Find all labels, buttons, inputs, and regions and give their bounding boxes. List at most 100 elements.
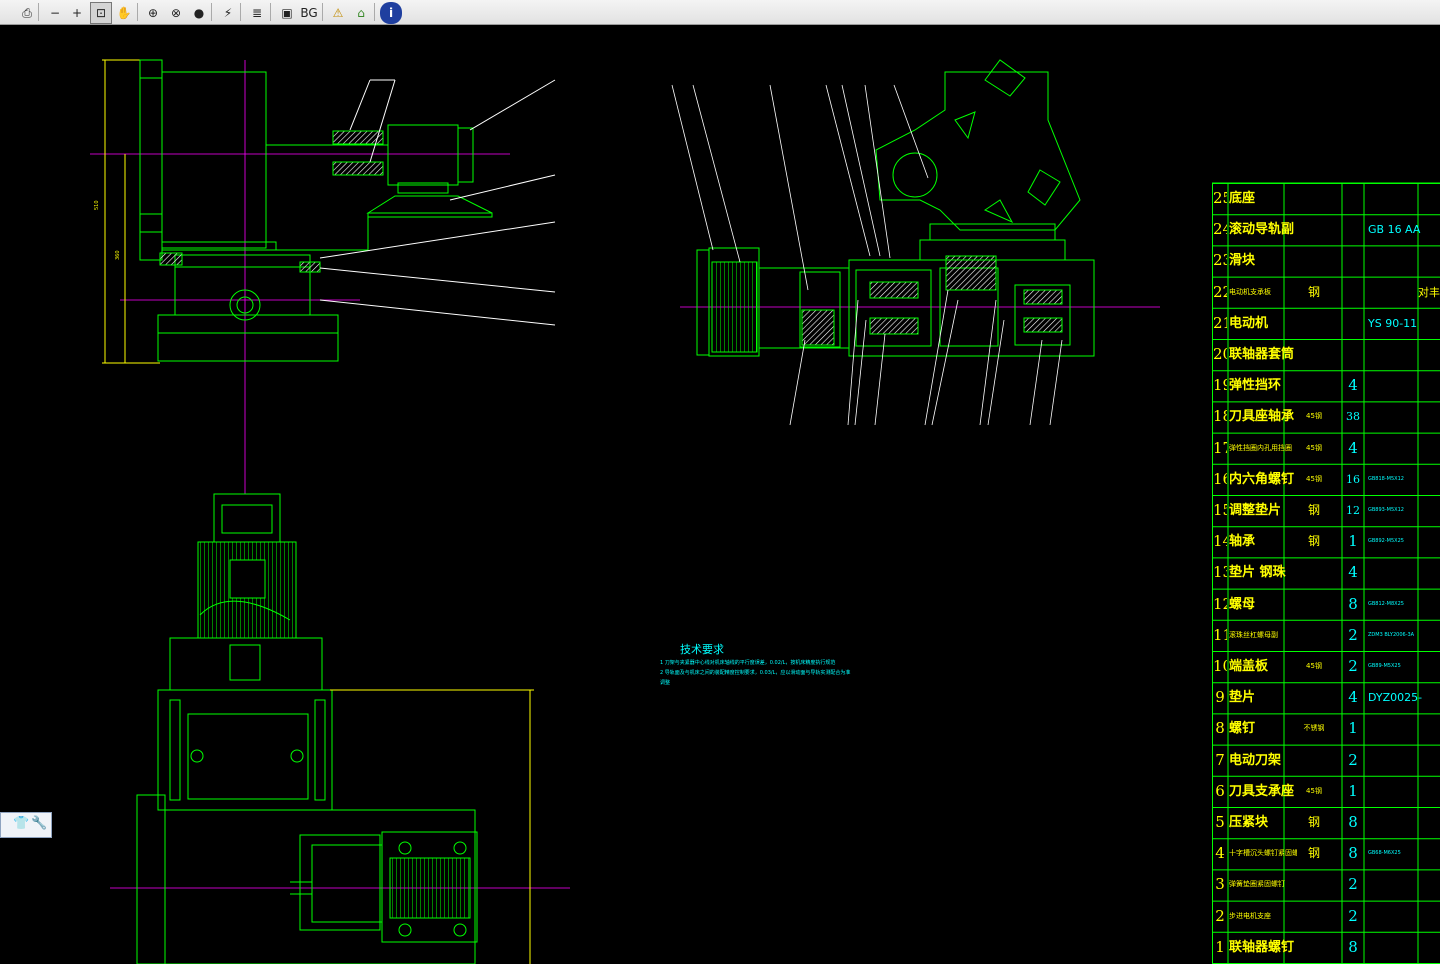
part-standard: GB 16 AA xyxy=(1368,223,1421,237)
part-number: 12 xyxy=(1213,594,1227,613)
part-number: 3 xyxy=(1215,875,1225,894)
redraw-icon[interactable]: ⚡ xyxy=(217,2,239,24)
bg-label[interactable]: BG xyxy=(298,2,320,24)
toolbar-separator xyxy=(374,3,375,21)
part-number: 14 xyxy=(1213,532,1227,551)
part-note xyxy=(1418,370,1440,401)
zoom-realtime-icon[interactable]: ⊗ xyxy=(165,2,187,24)
part-number: 15 xyxy=(1213,501,1227,519)
part-quantity: 8 xyxy=(1348,937,1358,956)
parts-row: 19弹性挡环4 xyxy=(1212,370,1440,401)
part-note xyxy=(1418,776,1440,807)
part-quantity: 16 xyxy=(1346,472,1360,486)
info-icon[interactable]: i xyxy=(380,2,402,24)
toolbar-separator xyxy=(322,3,323,21)
part-quantity: 8 xyxy=(1348,813,1358,831)
layers-icon[interactable]: ≣ xyxy=(246,2,268,24)
part-standard xyxy=(1364,433,1422,464)
part-quantity: 8 xyxy=(1348,844,1358,863)
part-standard: GB68-M6X25 xyxy=(1368,850,1401,857)
part-standard xyxy=(1364,932,1422,963)
parts-row: 21电动机YS 90-11 xyxy=(1212,308,1440,339)
parts-row: 10端盖板45钢2GB89-M5X25 xyxy=(1212,651,1440,682)
part-quantity: 1 xyxy=(1348,532,1358,551)
part-number: 13 xyxy=(1213,563,1227,582)
part-quantity: 1 xyxy=(1348,719,1358,738)
part-standard: GB893-M5X12 xyxy=(1368,507,1404,513)
part-standard xyxy=(1364,183,1422,214)
part-material xyxy=(1286,620,1342,651)
part-note xyxy=(1418,526,1440,557)
part-note: 对丰 xyxy=(1418,285,1440,299)
part-number: 20 xyxy=(1213,345,1227,363)
part-note xyxy=(1418,464,1440,495)
parts-row: 23滑块 xyxy=(1212,245,1440,276)
part-standard xyxy=(1364,713,1422,744)
warning-icon[interactable]: ⚠ xyxy=(327,2,349,24)
properties-icon[interactable]: ▣ xyxy=(276,2,298,24)
part-quantity: 8 xyxy=(1348,594,1358,613)
part-quantity xyxy=(1342,339,1364,370)
part-number: 10 xyxy=(1213,657,1227,675)
part-material xyxy=(1286,589,1342,620)
part-standard xyxy=(1364,869,1422,900)
part-material: 钢 xyxy=(1307,284,1320,299)
zoom-out-icon[interactable]: − xyxy=(44,2,66,24)
part-standard: GB812-M8X25 xyxy=(1368,600,1404,607)
part-quantity: 2 xyxy=(1348,750,1358,769)
part-quantity: 4 xyxy=(1348,438,1358,457)
part-standard: GB89-M5X25 xyxy=(1368,663,1401,669)
part-note xyxy=(1418,214,1440,245)
parts-row: 1 联轴器螺钉 8 xyxy=(1212,932,1440,963)
part-number: 7 xyxy=(1215,750,1225,769)
zoom-window-icon[interactable]: ⊡ xyxy=(90,2,112,24)
part-quantity: 4 xyxy=(1348,688,1358,707)
parts-list-table: 25底座24滚动导轨副GB 16 AA23滑块22电动机支承板钢对丰21电动机Y… xyxy=(1212,183,1440,964)
toolbar-separator xyxy=(211,3,212,21)
part-number: 9 xyxy=(1215,688,1225,707)
part-number: 5 xyxy=(1215,813,1225,831)
parts-row: 6 刀具支承座 45钢 1 xyxy=(1212,776,1440,807)
part-note xyxy=(1418,495,1440,526)
home-icon[interactable]: ⌂ xyxy=(350,2,372,24)
part-note xyxy=(1418,620,1440,651)
part-note xyxy=(1418,838,1440,869)
print-icon[interactable]: ⎙ xyxy=(16,2,38,24)
part-material xyxy=(1286,682,1342,713)
part-number: 17 xyxy=(1213,438,1227,457)
part-number: 19 xyxy=(1213,376,1227,395)
part-number: 2 xyxy=(1215,906,1225,925)
parts-row: 20联轴器套筒 xyxy=(1212,339,1440,370)
shirt-icon[interactable]: 👕 xyxy=(13,816,29,832)
part-number: 21 xyxy=(1213,313,1227,332)
part-number: 22 xyxy=(1213,282,1227,301)
part-quantity xyxy=(1342,214,1364,245)
part-number: 11 xyxy=(1213,625,1227,644)
part-material: 45钢 xyxy=(1306,474,1322,483)
parts-row: 22电动机支承板钢对丰 xyxy=(1212,277,1440,308)
parts-row: 8 螺钉 不锈钢 1 xyxy=(1212,713,1440,744)
part-material xyxy=(1286,245,1342,276)
part-material: 钢 xyxy=(1307,815,1320,829)
part-quantity: 2 xyxy=(1348,906,1358,925)
part-standard: ZDM3 BLY2006-3A xyxy=(1368,631,1415,638)
part-quantity: 4 xyxy=(1348,376,1358,395)
svg-text:360: 360 xyxy=(115,250,121,260)
pan-icon[interactable]: ✋ xyxy=(113,2,135,24)
tech-line-2: 2 导轨面及与机床之间的装配精度控制要求，0.03/L，应以滑动面与导轨实测配合… xyxy=(660,670,851,676)
part-number: 23 xyxy=(1213,251,1227,270)
part-quantity xyxy=(1342,308,1364,339)
part-material xyxy=(1286,932,1342,963)
regen-icon[interactable]: ● xyxy=(188,2,210,24)
part-standard xyxy=(1364,776,1422,807)
part-material xyxy=(1286,869,1342,900)
floating-toolbar: 👕 🔧 xyxy=(0,812,52,838)
wrench-icon[interactable]: 🔧 xyxy=(31,816,47,832)
part-quantity xyxy=(1342,245,1364,276)
parts-row: 15调整垫片钢12GB893-M5X12 xyxy=(1212,495,1440,526)
part-note xyxy=(1418,807,1440,838)
part-standard xyxy=(1364,370,1422,401)
part-quantity: 2 xyxy=(1348,875,1358,894)
zoom-in-icon[interactable]: + xyxy=(66,2,88,24)
zoom-extents-icon[interactable]: ⊕ xyxy=(142,2,164,24)
